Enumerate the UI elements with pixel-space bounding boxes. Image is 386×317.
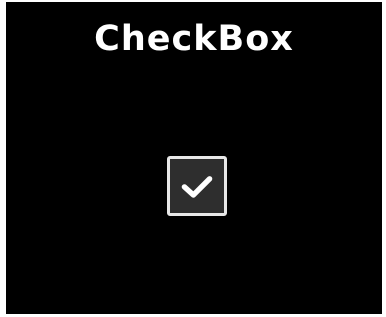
screen-title: CheckBox [94, 19, 294, 59]
check-icon [181, 176, 213, 198]
checkbox[interactable] [167, 156, 227, 216]
device-screen: CheckBox [6, 2, 382, 314]
